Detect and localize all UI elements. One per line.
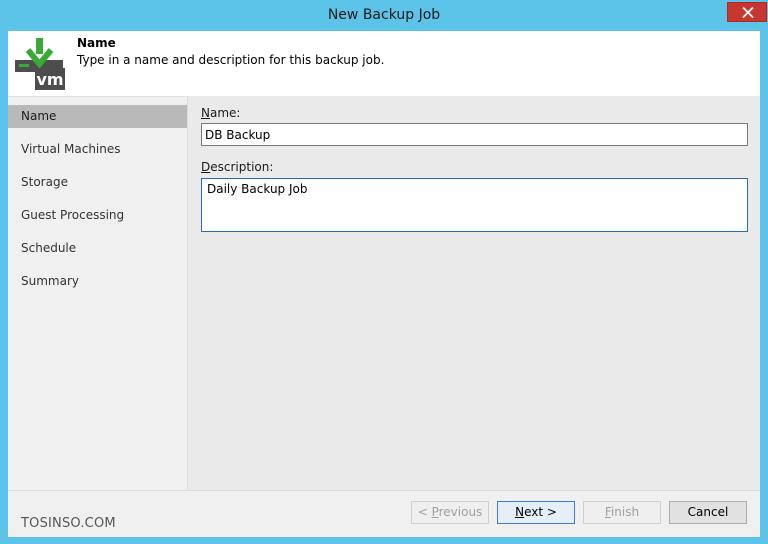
nav-item-label: Schedule — [21, 241, 77, 255]
step-description: Type in a name and description for this … — [77, 53, 385, 67]
next-button[interactable]: Next > — [497, 501, 575, 524]
previous-button[interactable]: < Previous — [411, 501, 489, 524]
description-label-mnemonic: D — [201, 160, 211, 174]
wizard-footer: TOSINSO.COM < Previous Next > Finish Can… — [8, 490, 760, 537]
nav-item-name[interactable]: Name — [8, 105, 187, 128]
finish-button[interactable]: Finish — [583, 501, 661, 524]
close-button[interactable] — [727, 2, 767, 22]
cancel-button[interactable]: Cancel — [669, 501, 747, 524]
nav-item-label: Virtual Machines — [21, 142, 121, 156]
nav-item-schedule[interactable]: Schedule — [8, 237, 187, 260]
step-title: Name — [77, 36, 116, 50]
close-icon — [742, 7, 754, 18]
job-description-input[interactable]: Daily Backup Job — [201, 178, 748, 232]
nav-item-label: Name — [21, 109, 57, 123]
title-bar[interactable]: New Backup Job — [0, 0, 768, 31]
wizard-client-area: vm Name Type in a name and description f… — [8, 31, 760, 537]
job-name-input[interactable] — [201, 123, 748, 146]
previous-mnemonic: P — [431, 505, 439, 519]
nav-item-label: Summary — [21, 274, 79, 288]
wizard-header: vm Name Type in a name and description f… — [8, 31, 760, 97]
finish-label: inish — [610, 505, 640, 519]
description-label: Description: — [201, 160, 273, 174]
wizard-steps-nav: Name Virtual Machines Storage Guest Proc… — [8, 103, 187, 490]
previous-prefix: < — [417, 505, 432, 519]
next-mnemonic: N — [515, 505, 525, 519]
nav-item-summary[interactable]: Summary — [8, 270, 187, 293]
window-title: New Backup Job — [327, 7, 441, 23]
nav-item-guest-processing[interactable]: Guest Processing — [8, 204, 187, 227]
name-label: Name: — [201, 106, 240, 120]
step-content: Name: Description: Daily Backup Job — [188, 96, 760, 490]
previous-label: revious — [438, 505, 483, 519]
name-label-text: ame: — [209, 106, 241, 120]
vm-backup-icon: vm — [15, 38, 65, 90]
nav-item-label: Storage — [21, 175, 68, 189]
description-label-text: escription: — [210, 160, 274, 174]
wizard-window: New Backup Job vm Name Type in a name an… — [0, 0, 768, 544]
nav-item-label: Guest Processing — [21, 208, 125, 222]
next-label: ext > — [524, 505, 557, 519]
nav-item-storage[interactable]: Storage — [8, 171, 187, 194]
nav-item-virtual-machines[interactable]: Virtual Machines — [8, 138, 187, 161]
svg-text:vm: vm — [36, 70, 63, 89]
name-label-mnemonic: N — [201, 106, 210, 120]
watermark-text: TOSINSO.COM — [21, 516, 116, 531]
